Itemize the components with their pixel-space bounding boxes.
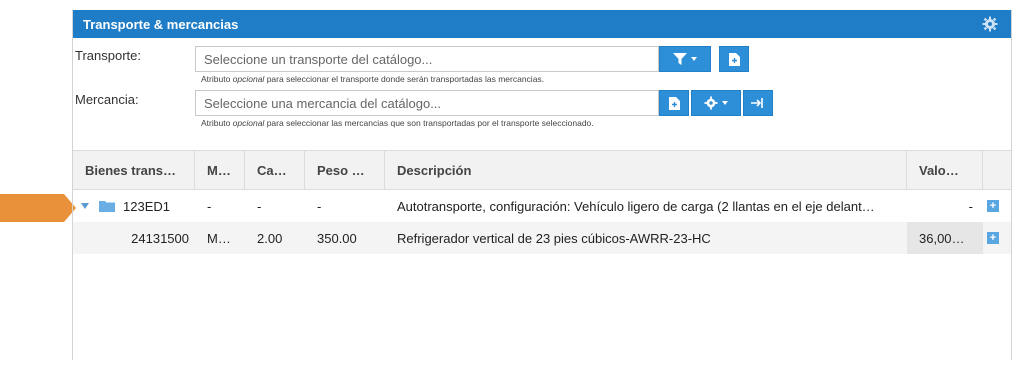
column-header-bienes[interactable]: Bienes trans… xyxy=(73,151,195,189)
row-m: - xyxy=(207,198,212,214)
column-header-actions xyxy=(983,151,1011,189)
add-row-icon[interactable]: + xyxy=(987,200,999,212)
table-row[interactable]: 123ED1 - - - Autotransporte, configuraci… xyxy=(73,190,1011,222)
row-peso: 350.00 xyxy=(317,230,357,246)
pointer-arrow-marker xyxy=(0,194,76,222)
transport-row: Transporte: Atributo opcional para selec… xyxy=(73,38,1011,84)
merchandise-row: Mercancia: Seleccione una mercancia del … xyxy=(73,82,1011,128)
row-cantidad: - xyxy=(257,198,262,214)
table-row[interactable]: 24131500 M… 2.00 350.00 Refrigerador ver… xyxy=(73,222,1011,254)
row-cantidad: 2.00 xyxy=(257,230,283,246)
column-header-cantidad[interactable]: Ca… xyxy=(245,151,305,189)
tree-expand-icon[interactable] xyxy=(81,203,89,209)
new-document-icon xyxy=(668,96,680,110)
row-descripcion: Autotransporte, configuración: Vehículo … xyxy=(397,198,875,214)
row-descripcion: Refrigerador vertical de 23 pies cúbicos… xyxy=(397,230,711,246)
transport-label: Transporte: xyxy=(75,48,141,63)
gear-icon xyxy=(704,96,718,110)
filter-dropdown-button[interactable] xyxy=(659,46,711,72)
export-button[interactable] xyxy=(743,90,773,116)
row-code: 123ED1 xyxy=(123,198,170,214)
column-header-valor[interactable]: Valo… xyxy=(907,151,983,189)
settings-gear-icon[interactable] xyxy=(981,15,999,33)
goods-grid: Bienes trans… M… Ca… Peso … Descripción … xyxy=(73,150,1011,254)
panel-header: Transporte & mercancias xyxy=(73,10,1011,38)
transport-buttons xyxy=(659,46,749,72)
merchandise-label: Mercancia: xyxy=(75,92,139,107)
row-peso: - xyxy=(317,198,322,214)
add-row-icon[interactable]: + xyxy=(987,232,999,244)
merchandise-buttons xyxy=(659,90,773,116)
panel-title: Transporte & mercancias xyxy=(83,16,239,32)
column-header-m[interactable]: M… xyxy=(195,151,245,189)
export-icon xyxy=(751,98,763,108)
new-document-icon xyxy=(728,52,740,66)
column-header-descripcion[interactable]: Descripción xyxy=(385,151,907,189)
transport-input[interactable] xyxy=(195,46,659,72)
folder-icon xyxy=(99,201,115,212)
grid-header: Bienes trans… M… Ca… Peso … Descripción … xyxy=(73,150,1011,190)
new-merchandise-button[interactable] xyxy=(659,90,689,116)
new-transport-button[interactable] xyxy=(719,46,749,72)
row-code: 24131500 xyxy=(131,230,189,246)
row-valor: 36,00… xyxy=(907,222,983,254)
transport-merchandise-panel: Transporte & mercancias Transporte: Sele… xyxy=(72,10,1012,360)
merchandise-input[interactable] xyxy=(195,90,659,116)
row-m: M… xyxy=(207,230,231,246)
settings-dropdown-button[interactable] xyxy=(691,90,741,116)
chevron-down-icon xyxy=(691,57,697,61)
page: Transporte & mercancias Transporte: Sele… xyxy=(0,0,1024,378)
chevron-down-icon xyxy=(722,101,728,105)
merchandise-help-text: Atributo opcional para seleccionar las m… xyxy=(201,118,594,128)
filter-icon xyxy=(673,53,687,65)
row-valor: - xyxy=(968,198,973,214)
column-header-peso[interactable]: Peso … xyxy=(305,151,385,189)
